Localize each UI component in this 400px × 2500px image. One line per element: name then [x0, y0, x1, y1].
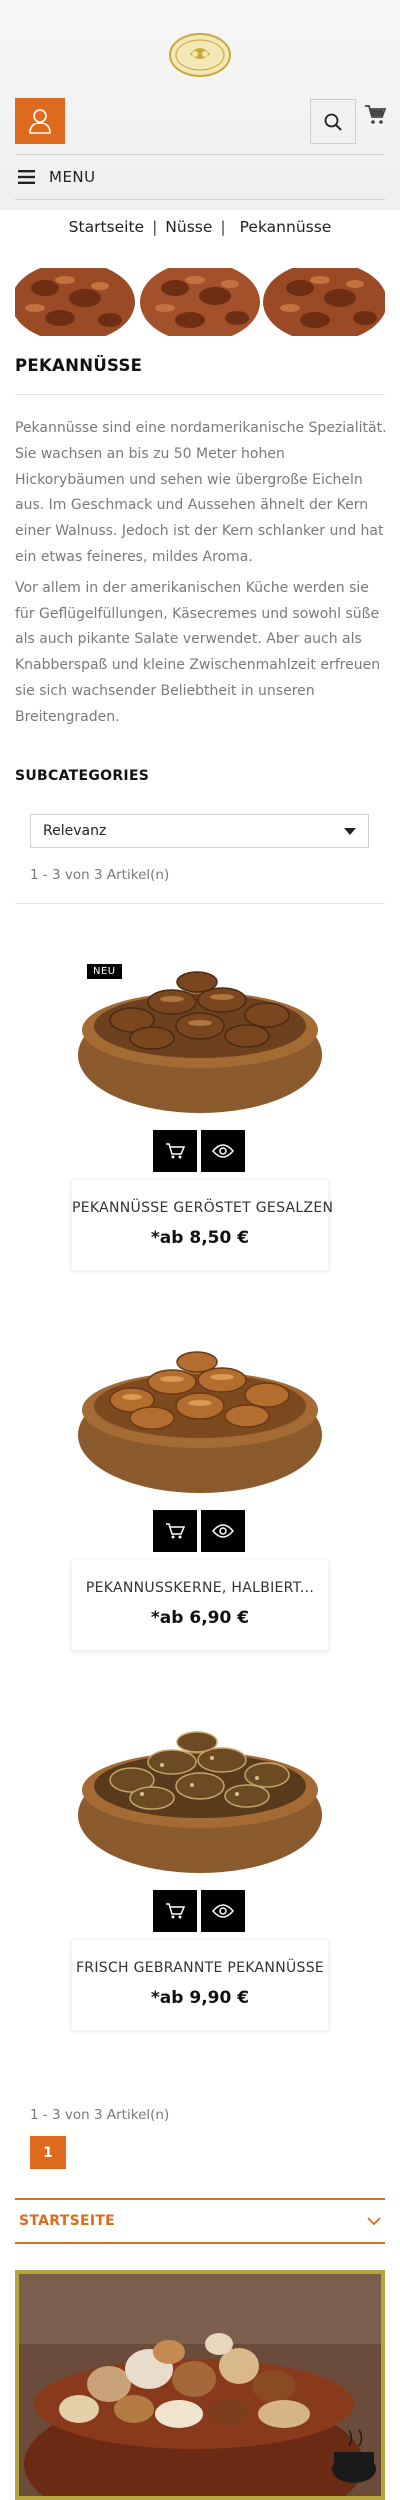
- product-price: *ab 8,50 €: [150, 1228, 250, 1248]
- product-info: PEKANNÜSSE GERÖSTET GESALZEN *ab 8,50 €: [72, 1180, 333, 1270]
- product-actions: [153, 1510, 245, 1552]
- product-info: FRISCH GEBRANNTE PEKANNÜSSE *ab 9,90 €: [72, 1940, 328, 2030]
- quick-view-button[interactable]: [201, 1890, 245, 1932]
- product-count: 1 - 3 von 3 Artikel(n): [30, 867, 170, 883]
- description-paragraph-1: Pekannüsse sind eine nordamerikanische S…: [15, 420, 387, 565]
- category-description: Pekannüsse sind eine nordamerikanische S…: [15, 416, 387, 736]
- product-actions: [153, 1890, 245, 1932]
- search-button[interactable]: [310, 99, 356, 144]
- product-name[interactable]: FRISCH GEBRANNTE PEKANNÜSSE: [72, 1960, 328, 1976]
- new-badge: NEU: [87, 964, 122, 979]
- subcategories-heading: SUBCATEGORIES: [15, 768, 150, 784]
- product-price: *ab 9,90 €: [150, 1988, 250, 2008]
- menu-label: MENU: [49, 168, 96, 186]
- cart-icon: [166, 1143, 185, 1159]
- sort-selected-value: Relevanz: [43, 823, 107, 839]
- product-name[interactable]: PEKANNUSSKERNE, HALBIERT...: [72, 1580, 328, 1596]
- chevron-down-icon: [367, 2216, 381, 2225]
- category-title: PEKANNÜSSE: [15, 356, 143, 375]
- eye-icon: [212, 1144, 234, 1158]
- quick-view-button[interactable]: [201, 1130, 245, 1172]
- cart-icon[interactable]: [364, 104, 387, 126]
- title-divider: [15, 394, 385, 395]
- menu-toggle[interactable]: MENU: [18, 166, 96, 188]
- caret-down-icon: [344, 827, 356, 835]
- pagination-page-1[interactable]: 1: [30, 2136, 66, 2169]
- menu-divider: [15, 199, 385, 200]
- eye-icon: [212, 1524, 234, 1538]
- hamburger-icon: [18, 170, 35, 184]
- startseite-accordion[interactable]: STARTSEITE: [15, 2198, 385, 2244]
- quick-view-button[interactable]: [201, 1510, 245, 1552]
- product-actions: [153, 1130, 245, 1172]
- list-divider: [15, 903, 385, 904]
- product-info: PEKANNUSSKERNE, HALBIERT... *ab 6,90 €: [72, 1560, 328, 1650]
- eye-icon: [212, 1904, 234, 1918]
- description-paragraph-2: Vor allem in der amerikanischen Küche we…: [15, 579, 381, 725]
- breadcrumb-item-nuesse[interactable]: Nüsse: [165, 218, 212, 236]
- search-icon: [324, 113, 342, 131]
- add-to-cart-button[interactable]: [153, 1890, 197, 1932]
- shop-logo[interactable]: [168, 32, 232, 78]
- product-image[interactable]: [72, 1690, 328, 1890]
- header-divider: [15, 154, 385, 155]
- product-count-bottom: 1 - 3 von 3 Artikel(n): [30, 2107, 170, 2123]
- breadcrumb-item-current: Pekannüsse: [239, 218, 332, 236]
- user-account-button[interactable]: [15, 98, 65, 144]
- product-image[interactable]: [72, 930, 328, 1130]
- promo-image-nut-bowl[interactable]: [15, 2270, 385, 2500]
- breadcrumb: Startseite | Nüsse | Pekannüsse: [68, 218, 332, 236]
- breadcrumb-item-startseite[interactable]: Startseite: [69, 218, 144, 236]
- cart-icon: [166, 1523, 185, 1539]
- add-to-cart-button[interactable]: [153, 1510, 197, 1552]
- user-icon: [29, 109, 51, 134]
- sort-select[interactable]: Relevanz: [30, 814, 369, 848]
- category-banner: [15, 268, 385, 336]
- product-image[interactable]: [72, 1310, 328, 1510]
- product-price: *ab 6,90 €: [150, 1608, 250, 1628]
- cart-icon: [166, 1903, 185, 1919]
- add-to-cart-button[interactable]: [153, 1130, 197, 1172]
- startseite-label: STARTSEITE: [19, 2213, 116, 2229]
- product-name[interactable]: PEKANNÜSSE GERÖSTET GESALZEN: [72, 1200, 333, 1216]
